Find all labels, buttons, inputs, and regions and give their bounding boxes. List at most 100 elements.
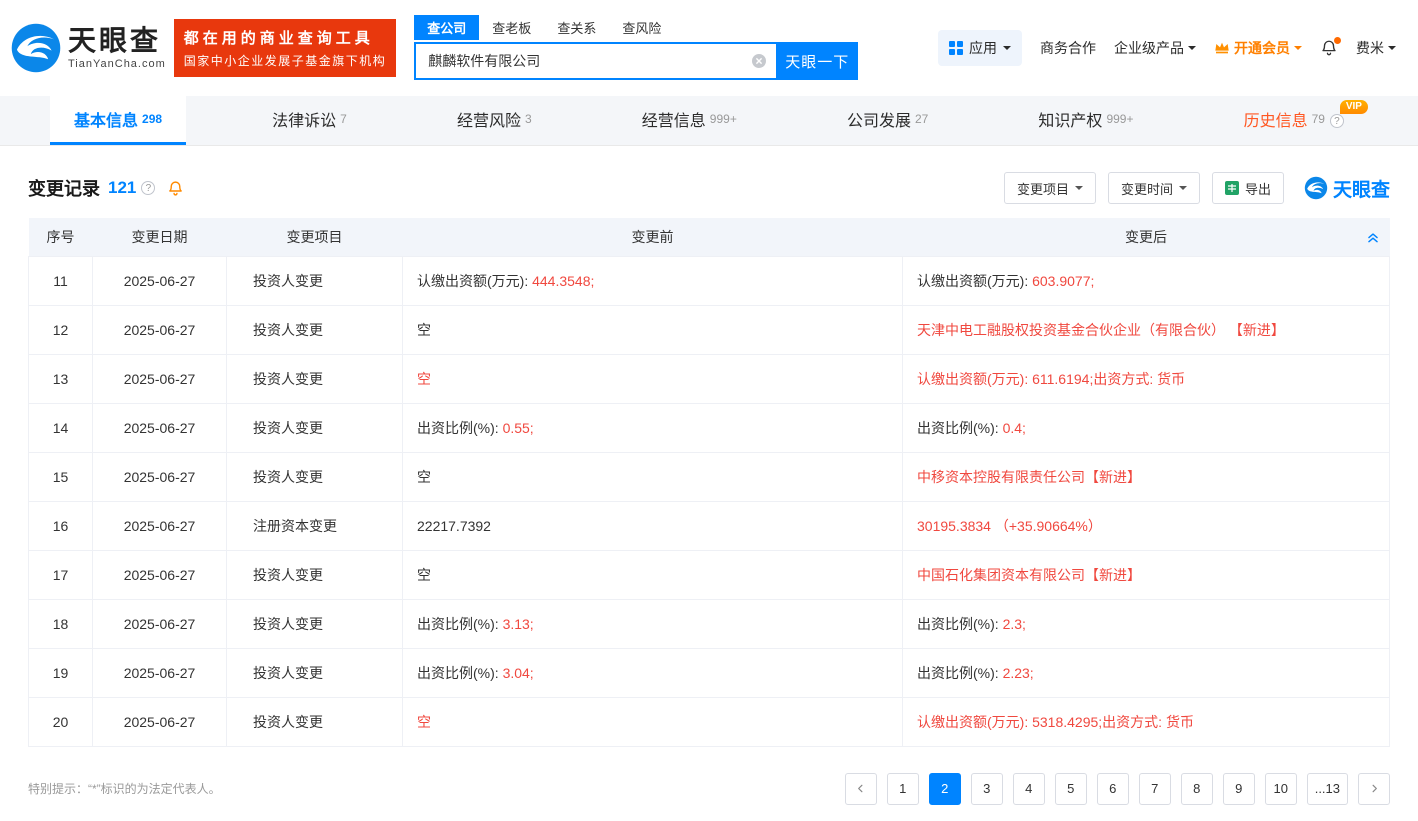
clear-icon[interactable]	[751, 53, 767, 69]
page-4[interactable]: 4	[1012, 772, 1045, 805]
tab-label: 公司发展	[846, 113, 911, 130]
page-8[interactable]: 8	[1180, 772, 1213, 805]
filter-change-item-button[interactable]: 变更项目	[1003, 172, 1096, 204]
cell-date: 2025-06-27	[92, 500, 227, 551]
page-...13[interactable]: ...13	[1306, 772, 1348, 805]
company-tab-1[interactable]: 法律诉讼 7	[248, 96, 371, 145]
company-tab-bar: 基本信息 298 法律诉讼 7 经营风险 3 经营信息 999+ 公司发展 27 知识产权 999+ 历…	[0, 96, 1418, 146]
company-tab-6[interactable]: 历史信息 79? VIP	[1220, 96, 1368, 145]
section-count: 121	[108, 178, 137, 197]
tab-label: 法律诉讼	[272, 113, 337, 130]
brand-logo[interactable]: 天眼查 TianYanCha.com	[10, 22, 166, 74]
apps-menu-button[interactable]: 应用	[938, 30, 1022, 66]
company-tab-5[interactable]: 知识产权 999+	[1014, 96, 1157, 145]
chevron-down-icon	[1388, 46, 1396, 54]
company-tab-3[interactable]: 经营信息 999+	[618, 96, 761, 145]
cell-date: 2025-06-27	[92, 304, 227, 355]
help-icon[interactable]: ?	[1329, 114, 1344, 128]
nav-enterprise-products[interactable]: 企业级产品	[1114, 38, 1196, 58]
cell-item: 投资人变更	[226, 598, 403, 649]
search-button[interactable]: 天眼一下	[776, 42, 859, 80]
cell-no: 17	[28, 549, 93, 600]
brand-slogan: 都在用的商业查询工具 国家中小企业发展子基金旗下机构	[173, 19, 397, 77]
tab-label: 历史信息	[1243, 113, 1308, 130]
pagination-next[interactable]	[1358, 772, 1390, 805]
pagination-prev[interactable]	[844, 772, 877, 805]
brand-name: 天眼查	[68, 25, 162, 56]
filter-label: 变更项目	[1016, 181, 1069, 197]
cell-item: 投资人变更	[226, 451, 403, 502]
page-1[interactable]: 1	[886, 772, 919, 805]
cell-before: 空	[402, 696, 903, 747]
cell-date: 2025-06-27	[92, 647, 227, 698]
table-row: 16 2025-06-27 注册资本变更 22217.7392 30195.3834 （…	[28, 500, 1390, 551]
cell-text: 【新进】	[1085, 468, 1141, 485]
company-tab-2[interactable]: 经营风险 3	[433, 96, 556, 145]
main-content: 变更记录 121 ? 变更项目 变更时间 导出 天眼查 序号 变更日期 变更项目…	[0, 172, 1418, 805]
cell-text: 认缴出资额(万元):	[917, 272, 1033, 289]
cell-text: 出资比例(%):	[917, 419, 1003, 436]
tianyancha-logo-icon	[1304, 176, 1328, 200]
cell-text: 空	[417, 321, 431, 338]
company-tab-4[interactable]: 公司发展 27	[823, 96, 952, 145]
page-10[interactable]: 10	[1264, 772, 1297, 805]
tab-count: 79	[1311, 112, 1325, 126]
cell-text: 认缴出资额(万元):	[417, 272, 533, 289]
tab-label: 基本信息	[74, 113, 139, 130]
monitor-bell-icon[interactable]	[167, 180, 184, 197]
entity-link[interactable]: 中移资本控股有限责任公司	[917, 469, 1085, 485]
cell-no: 14	[28, 402, 93, 453]
cell-text: 出资比例(%):	[417, 664, 503, 681]
search-tabs: 查公司 查老板 查关系 查风险	[414, 15, 858, 40]
section-header: 变更记录 121 ? 变更项目 变更时间 导出 天眼查	[28, 172, 1390, 204]
section-title: 变更记录	[28, 179, 100, 199]
filter-change-time-button[interactable]: 变更时间	[1107, 172, 1200, 204]
cell-no: 18	[28, 598, 93, 649]
cell-text: 0.55;	[502, 419, 534, 436]
page-5[interactable]: 5	[1054, 772, 1087, 805]
cell-after: 认缴出资额(万元): 611.6194;出资方式: 货币	[902, 353, 1390, 404]
cell-text: 【新进】	[1228, 321, 1285, 338]
site-header: 天眼查 TianYanCha.com 都在用的商业查询工具 国家中小企业发展子基…	[0, 0, 1418, 96]
page-7[interactable]: 7	[1138, 772, 1171, 805]
search-tab-0[interactable]: 查公司	[414, 15, 480, 40]
search-tab-1[interactable]: 查老板	[479, 15, 544, 40]
table-row: 17 2025-06-27 投资人变更空 中国石化集团资本有限公司【新进】	[28, 549, 1390, 600]
cell-no: 19	[28, 647, 93, 698]
help-icon[interactable]: ?	[141, 181, 156, 195]
nav-business-cooperation[interactable]: 商务合作	[1040, 38, 1096, 58]
search-tab-3[interactable]: 查风险	[609, 15, 674, 40]
tab-label: 经营信息	[641, 113, 706, 130]
footnote: 特别提示：“*”标识的为法定代表人。	[28, 782, 221, 796]
cell-text: 2.23;	[1002, 664, 1034, 681]
cell-text: 空	[417, 566, 431, 583]
watermark-label: 天眼查	[1332, 179, 1390, 201]
page-2[interactable]: 2	[928, 772, 961, 805]
tianyancha-logo-icon	[11, 23, 61, 73]
cell-text: 出资比例(%):	[417, 615, 503, 632]
entity-link[interactable]: 中国石化集团资本有限公司	[917, 567, 1085, 583]
page-3[interactable]: 3	[970, 772, 1003, 805]
user-menu[interactable]: 费米	[1356, 38, 1396, 58]
col-before: 变更前	[402, 218, 903, 256]
export-button[interactable]: 导出	[1211, 172, 1284, 204]
entity-link[interactable]: 天津中电工融股权投资基金合伙企业（有限合伙）	[917, 322, 1229, 338]
search-input[interactable]	[416, 44, 777, 78]
search-tab-2[interactable]: 查关系	[544, 15, 609, 40]
chevron-down-icon	[1074, 186, 1083, 194]
page-9[interactable]: 9	[1222, 772, 1255, 805]
cell-date: 2025-06-27	[92, 598, 227, 649]
nav-open-vip[interactable]: 开通会员	[1214, 38, 1302, 58]
chevron-down-icon	[1294, 46, 1302, 54]
collapse-all-icon[interactable]	[1366, 230, 1380, 244]
cell-no: 16	[28, 500, 93, 551]
page-6[interactable]: 6	[1096, 772, 1129, 805]
col-after: 变更后	[902, 218, 1390, 256]
cell-after: 出资比例(%): 2.23;	[902, 647, 1390, 698]
cell-no: 15	[28, 451, 93, 502]
tab-label: 经营风险	[456, 113, 521, 130]
notification-bell-icon[interactable]	[1320, 37, 1341, 57]
cell-after: 中移资本控股有限责任公司【新进】	[902, 451, 1390, 502]
slogan-line1: 都在用的商业查询工具	[183, 30, 374, 47]
company-tab-0[interactable]: 基本信息 298	[50, 96, 187, 145]
